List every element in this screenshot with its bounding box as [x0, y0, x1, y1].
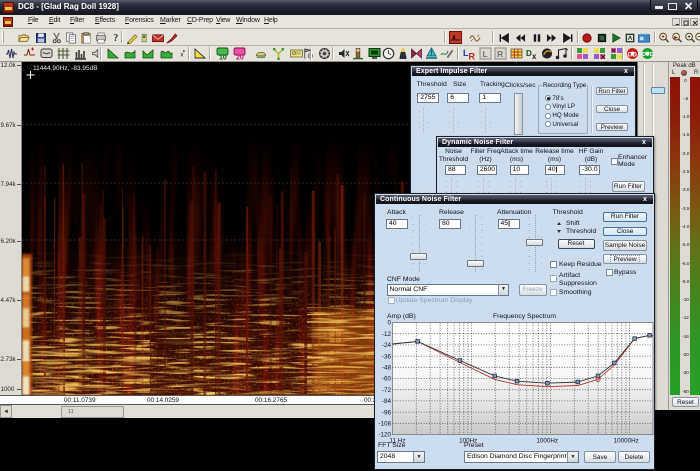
svg-text:-108: -108: [378, 421, 391, 428]
svg-text:11444.90Hz, -83.95dB: 11444.90Hz, -83.95dB: [33, 65, 98, 72]
svg-text:-24: -24: [382, 342, 392, 349]
svg-text:-12: -12: [382, 331, 392, 338]
svg-text:x: x: [532, 52, 537, 60]
svg-text:CD: CD: [628, 52, 638, 59]
svg-text:x: x: [180, 52, 184, 59]
svg-text:0: 0: [387, 320, 391, 327]
svg-text:1000Hz: 1000Hz: [536, 438, 558, 445]
svg-text:?: ?: [113, 33, 118, 44]
svg-text:-48: -48: [382, 365, 392, 372]
svg-text:R: R: [497, 49, 503, 59]
svg-text:-72: -72: [382, 387, 392, 394]
svg-text:20: 20: [236, 55, 244, 61]
svg-text:10000Hz: 10000Hz: [614, 438, 639, 445]
svg-text:10: 10: [219, 55, 227, 61]
svg-text:-36: -36: [382, 353, 392, 360]
svg-text:DVD: DVD: [642, 52, 654, 58]
svg-text:-96: -96: [382, 409, 392, 416]
svg-text:L: L: [483, 49, 488, 59]
svg-text:-60: -60: [382, 376, 392, 383]
svg-text:-84: -84: [382, 398, 392, 405]
svg-text:R: R: [469, 52, 476, 61]
